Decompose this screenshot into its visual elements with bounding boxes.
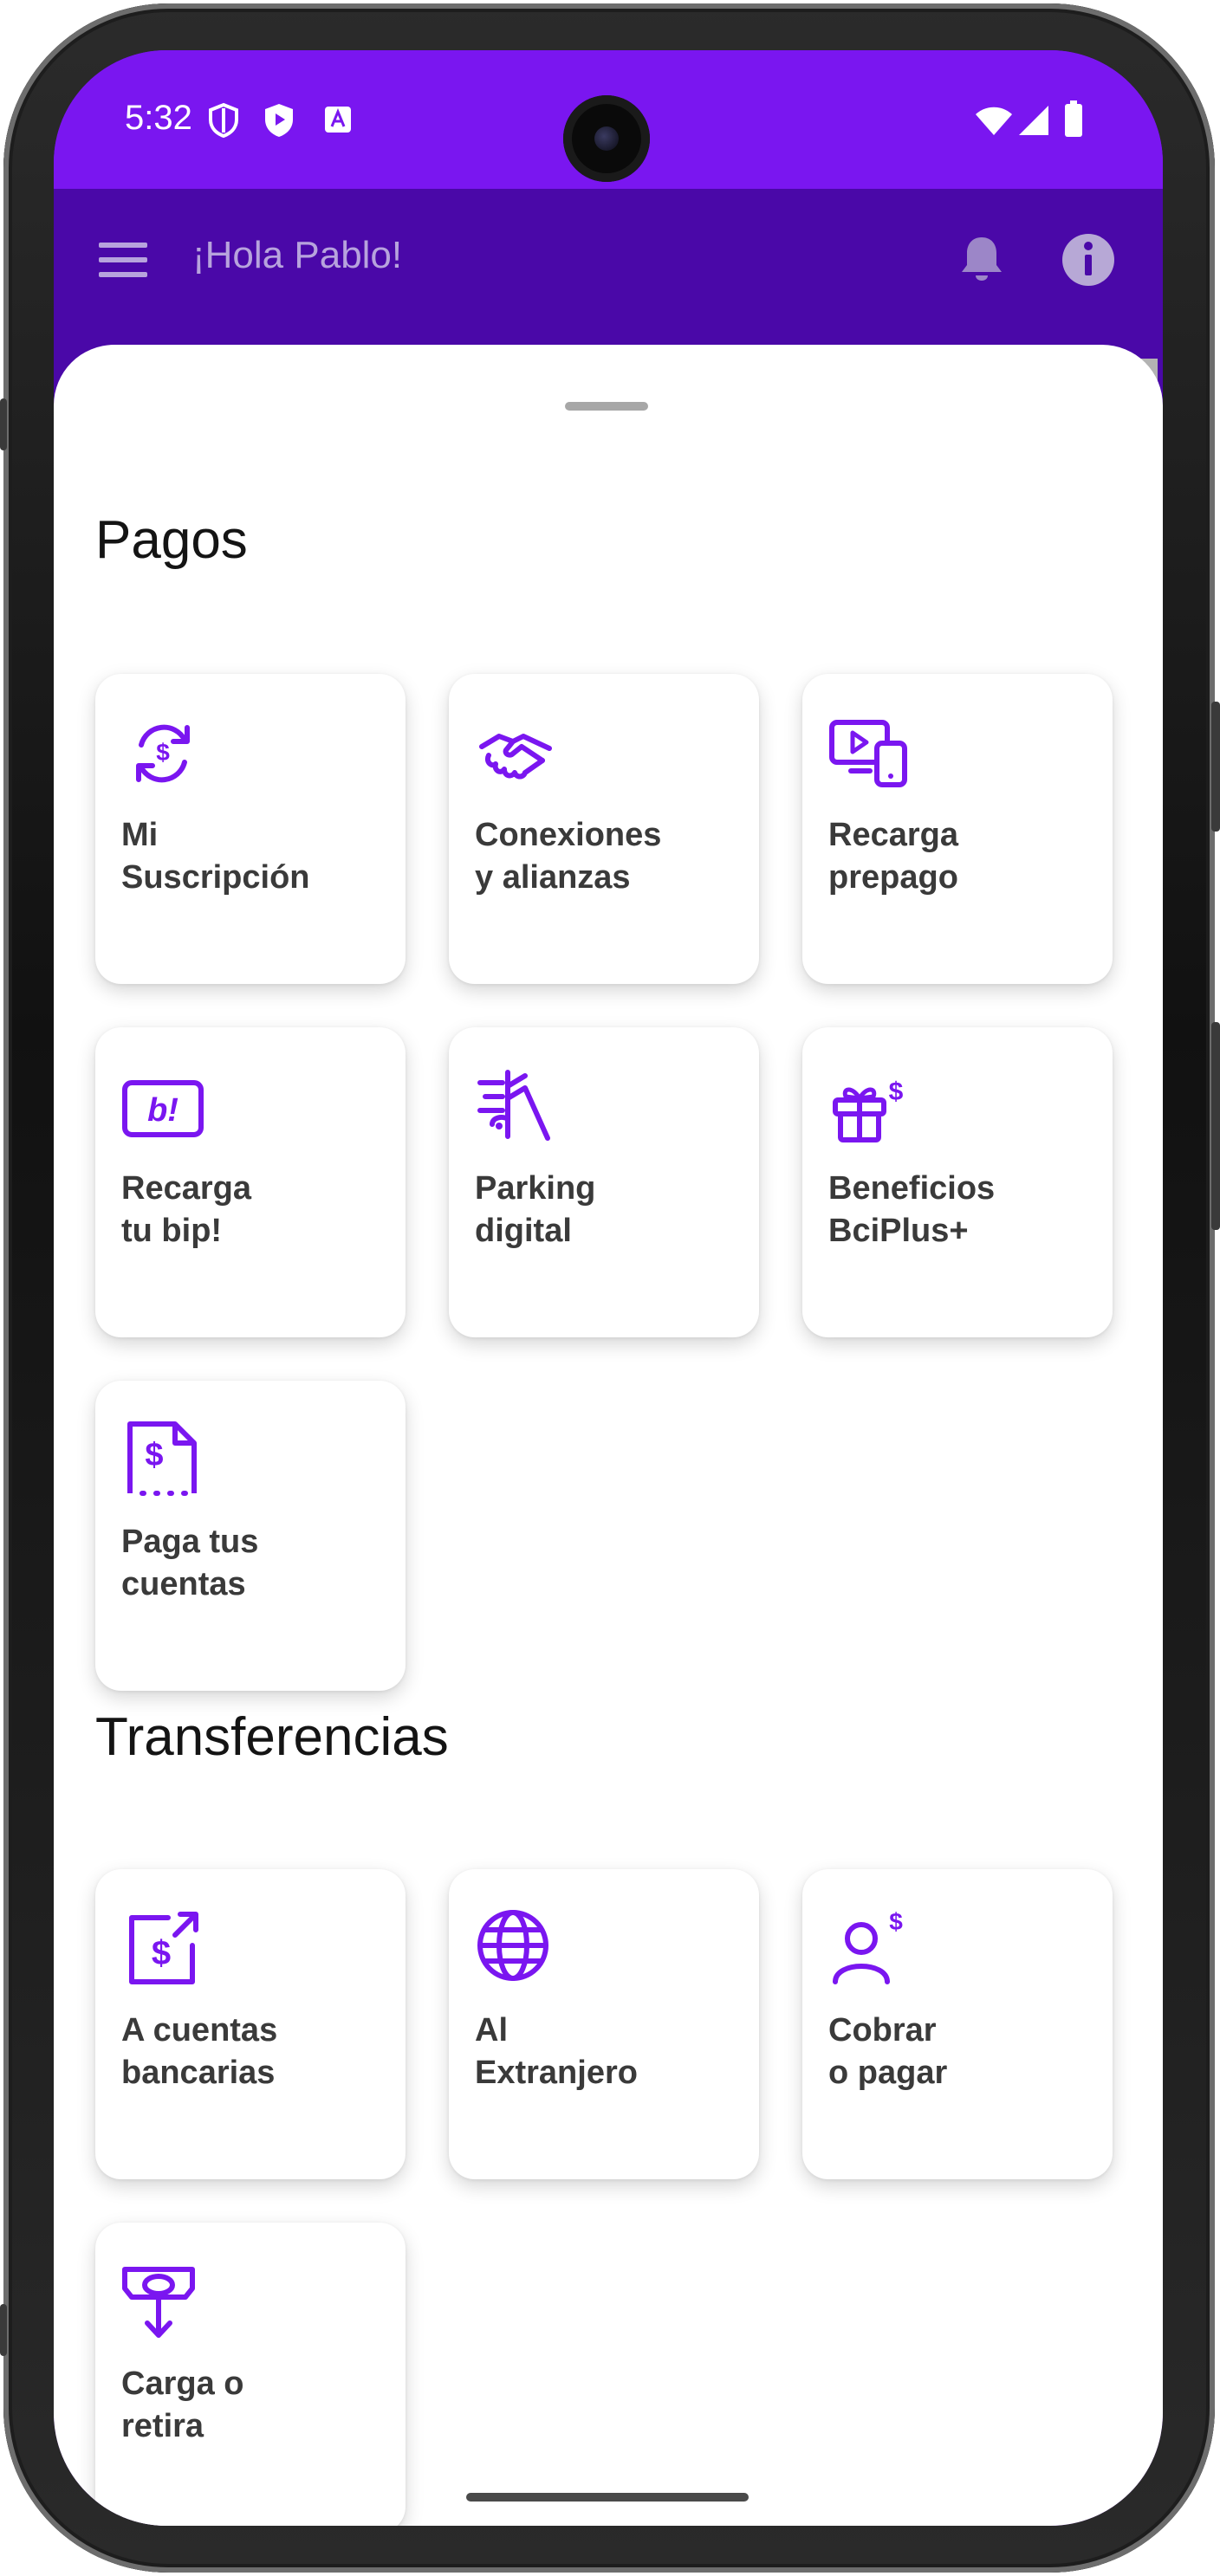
- gift-icon: $: [833, 1078, 904, 1142]
- front-camera: [563, 95, 650, 182]
- section-title-transferencias: Transferencias: [95, 1707, 449, 1767]
- info-icon[interactable]: [1061, 232, 1116, 288]
- devices-play-icon: [829, 720, 907, 787]
- tile-a-cuentas-bancarias[interactable]: $ A cuentas bancarias: [95, 1869, 406, 2179]
- drag-handle[interactable]: [565, 402, 648, 411]
- tile-label: Parking digital: [475, 1170, 596, 1249]
- phone-side-button: [1211, 702, 1220, 832]
- tile-carga-o-retira[interactable]: Carga o retira: [95, 2223, 406, 2526]
- handshake-icon: [479, 734, 552, 780]
- tile-label: Recarga prepago: [828, 817, 958, 896]
- phone-side-button: [1211, 1022, 1220, 1230]
- cash-withdraw-icon: [122, 2267, 195, 2338]
- tile-cobrar-o-pagar[interactable]: $ Cobrar o pagar: [802, 1869, 1113, 2179]
- svg-text:$: $: [889, 1078, 904, 1106]
- tile-label: Cobrar o pagar: [828, 2012, 948, 2091]
- status-bar: 5:32: [54, 50, 1163, 189]
- tile-label: Al Extranjero: [475, 2012, 638, 2091]
- greeting-title: ¡Hola Pablo!: [192, 234, 403, 276]
- tile-paga-tus-cuentas[interactable]: $ Paga tus cuentas: [95, 1381, 406, 1691]
- section-title-pagos: Pagos: [95, 510, 248, 570]
- bill-receipt-icon: $: [127, 1421, 197, 1496]
- tile-recarga-bip[interactable]: b! Recarga tu bip!: [95, 1027, 406, 1337]
- translate-icon: [325, 107, 351, 133]
- svg-text:$: $: [145, 1437, 163, 1473]
- person-dollar-icon: $: [833, 1908, 903, 1984]
- svg-text:$: $: [889, 1908, 903, 1935]
- phone-side-button: [0, 2304, 7, 2356]
- tile-label: Conexiones y alianzas: [475, 817, 662, 896]
- globe-icon: [477, 1910, 548, 1981]
- bip-card-icon: b!: [122, 1080, 204, 1137]
- tile-label: Beneficios BciPlus+: [828, 1170, 996, 1249]
- wifi-icon: [976, 107, 1012, 135]
- menu-icon[interactable]: [99, 243, 147, 277]
- tile-parking-digital[interactable]: Parking digital: [449, 1027, 759, 1337]
- subscription-dollar-icon: $: [136, 724, 190, 783]
- tile-label: Mi Suscripción: [121, 817, 310, 896]
- signal-icon: [1019, 106, 1048, 135]
- tile-al-extranjero[interactable]: Al Extranjero: [449, 1869, 759, 2179]
- home-indicator[interactable]: [466, 2493, 749, 2502]
- svg-text:b!: b!: [147, 1092, 178, 1129]
- tile-recarga-prepago[interactable]: Recarga prepago: [802, 674, 1113, 984]
- svg-text:$: $: [152, 1934, 171, 1972]
- phone-side-button: [0, 398, 7, 450]
- tile-label: Recarga tu bip!: [121, 1170, 251, 1249]
- play-protect-icon: [265, 104, 293, 137]
- shield-icon: [209, 102, 238, 139]
- bank-transfer-icon: $: [129, 1912, 198, 1984]
- tile-label: A cuentas bancarias: [121, 2012, 278, 2091]
- parking-car-icon: [477, 1070, 550, 1141]
- tile-mi-suscripcion[interactable]: $ Mi Suscripción: [95, 674, 406, 984]
- battery-icon: [1065, 100, 1082, 137]
- tile-beneficios-bciplus[interactable]: $ Beneficios BciPlus+: [802, 1027, 1113, 1337]
- tile-label: Carga o retira: [121, 2366, 244, 2444]
- tile-conexiones-alianzas[interactable]: Conexiones y alianzas: [449, 674, 759, 984]
- tile-label: Paga tus cuentas: [121, 1524, 259, 1602]
- bell-icon[interactable]: [958, 234, 1005, 286]
- svg-text:$: $: [156, 739, 170, 766]
- status-time: 5:32: [125, 99, 192, 137]
- phone-screen: 5:32 ¡Hola Pablo! Pagos $ Mi Suscripción…: [54, 50, 1163, 2526]
- bottom-sheet: Pagos $ Mi Suscripción Conexiones y alia…: [54, 345, 1163, 2526]
